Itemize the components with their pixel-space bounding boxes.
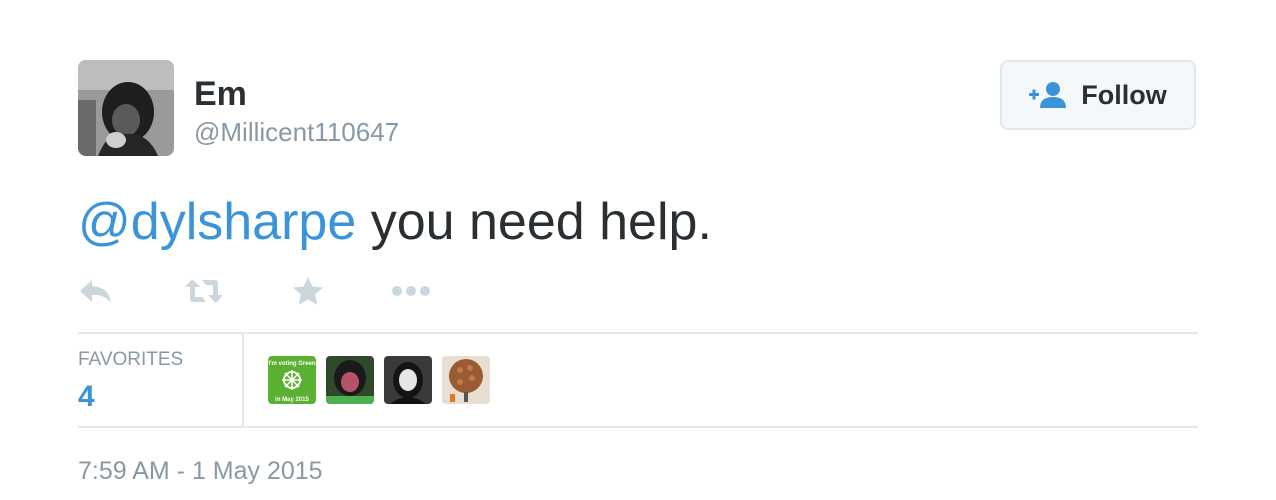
favorite-button[interactable] [292,276,324,310]
favoriter-avatar[interactable] [442,356,490,404]
tweet-body-text: you need help. [356,193,712,251]
tweet-card: Em @Millicent110647 Follow @dylsharpe yo… [0,0,1276,500]
stats-bottom-divider [78,426,1198,428]
favorites-count[interactable]: 4 [78,379,95,415]
tweet-timestamp[interactable]: 7:59 AM - 1 May 2015 [78,456,323,486]
user-screen-name[interactable]: @Millicent110647 [194,116,399,148]
tweet-text: @dylsharpe you need help. [78,190,712,254]
tweet-mention-link[interactable]: @dylsharpe [78,193,356,251]
favoriters-avatars: I'm voting Green in May 2015 [268,356,490,404]
follow-person-plus-icon [1029,80,1067,110]
more-dots-icon [390,284,432,303]
favoriter-avatar[interactable]: I'm voting Green in May 2015 [268,356,316,404]
retweet-icon [184,277,224,310]
star-icon [292,276,324,311]
stats-top-divider [78,332,1198,334]
green-badge-line2: in May 2015 [275,397,309,403]
follow-button-label: Follow [1081,79,1167,110]
follow-button[interactable]: Follow [1000,60,1196,130]
favoriter-avatar[interactable] [384,356,432,404]
stats-separator [242,334,244,426]
retweet-button[interactable] [184,276,224,310]
reply-button[interactable] [78,276,114,310]
user-display-name[interactable]: Em [194,74,247,114]
favorites-label: FAVORITES [78,349,184,370]
reply-icon [78,277,114,310]
favoriter-avatar[interactable] [326,356,374,404]
user-avatar[interactable] [78,60,174,156]
more-button[interactable] [390,276,432,310]
green-badge-line1: I'm voting Green [268,361,315,367]
